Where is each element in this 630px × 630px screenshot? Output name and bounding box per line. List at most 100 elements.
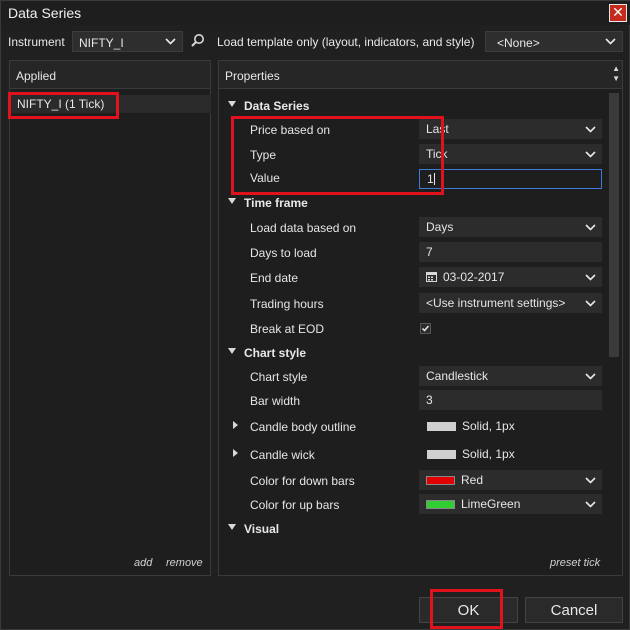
price-based-on-select[interactable]: Last — [419, 119, 602, 139]
row-value: <Use instrument settings> — [426, 296, 566, 310]
category-visual[interactable]: Visual — [220, 518, 607, 540]
load-data-based-on-select[interactable]: Days — [419, 217, 602, 237]
collapse-triangle-icon — [228, 198, 236, 204]
search-icon[interactable] — [190, 33, 206, 52]
highlight-ok-button — [430, 589, 503, 629]
highlight-data-series-fields — [231, 116, 444, 195]
template-select[interactable]: <None> — [485, 31, 623, 52]
instrument-value: NIFTY_I — [79, 36, 124, 50]
category-label: Visual — [244, 522, 280, 536]
row-label: Color for up bars — [250, 498, 340, 512]
color-up-bars-select[interactable]: LimeGreen — [419, 494, 602, 514]
row-value: Solid, 1px — [462, 447, 515, 461]
remove-link[interactable]: remove — [166, 557, 203, 569]
data-series-window: Data Series ✕ Instrument NIFTY_I Load te… — [0, 0, 630, 630]
row-value: LimeGreen — [461, 497, 521, 511]
row-label: Load data based on — [250, 221, 357, 235]
chevron-down-icon — [585, 270, 596, 284]
end-date-picker[interactable]: 03-02-2017 — [419, 267, 602, 287]
row-bar-width: Bar width 3 — [220, 388, 607, 413]
bar-width-input[interactable]: 3 — [419, 390, 602, 410]
row-color-down-bars: Color for down bars Red — [220, 468, 607, 493]
preset-link[interactable]: preset tick — [550, 557, 600, 569]
expand-triangle-icon[interactable] — [233, 449, 238, 457]
color-down-bars-select[interactable]: Red — [419, 470, 602, 490]
chevron-down-icon — [585, 147, 596, 161]
category-time-frame[interactable]: Time frame — [220, 192, 607, 214]
applied-header: Applied — [10, 61, 210, 89]
row-label: Chart style — [250, 370, 308, 384]
row-end-date: End date 03-02-2017 — [220, 265, 607, 290]
row-label: Break at EOD — [250, 322, 325, 336]
row-value: Candlestick — [426, 369, 489, 383]
break-at-eod-checkbox[interactable] — [420, 323, 431, 334]
chevron-down-icon — [585, 220, 596, 234]
value-input[interactable]: 1 — [419, 169, 602, 189]
row-value: 3 — [426, 393, 433, 407]
collapse-triangle-icon — [228, 101, 236, 107]
scroll-arrows[interactable]: ▲ ▼ — [612, 64, 620, 84]
add-link[interactable]: add — [134, 557, 152, 569]
scrollbar-thumb[interactable] — [609, 93, 619, 357]
row-break-at-eod: Break at EOD — [220, 316, 607, 341]
collapse-triangle-icon — [228, 348, 236, 354]
expand-triangle-icon[interactable] — [233, 421, 238, 429]
collapse-triangle-icon — [228, 524, 236, 530]
stroke-swatch — [427, 450, 456, 459]
row-label: Bar width — [250, 394, 301, 408]
stroke-swatch — [427, 422, 456, 431]
row-label: Days to load — [250, 246, 317, 260]
row-value: Days — [426, 220, 454, 234]
row-candle-body-outline[interactable]: Candle body outline Solid, 1px — [220, 414, 607, 439]
properties-header: Properties — [219, 61, 622, 89]
row-value: Red — [461, 473, 484, 487]
load-template-label: Load template only (layout, indicators, … — [217, 35, 475, 49]
calendar-icon — [426, 271, 437, 285]
candle-wick-value[interactable]: Solid, 1px — [419, 444, 602, 464]
instrument-label: Instrument — [8, 35, 65, 49]
cancel-button[interactable]: Cancel — [525, 597, 623, 623]
highlight-applied-item — [8, 92, 119, 119]
chevron-down-icon — [585, 369, 596, 383]
chevron-down-icon — [605, 34, 616, 48]
title-bar: Data Series ✕ — [1, 1, 630, 25]
category-label: Time frame — [244, 196, 308, 210]
row-load-data-based-on: Load data based on Days — [220, 215, 607, 240]
category-label: Chart style — [244, 346, 307, 360]
row-label: End date — [250, 271, 299, 285]
row-trading-hours: Trading hours <Use instrument settings> — [220, 291, 607, 316]
instrument-select[interactable]: NIFTY_I — [72, 31, 183, 52]
top-toolbar: Instrument NIFTY_I Load template only (l… — [1, 29, 630, 55]
chevron-down-icon — [585, 296, 596, 310]
color-swatch — [426, 500, 455, 509]
category-label: Data Series — [244, 99, 310, 113]
window-title: Data Series — [8, 5, 82, 21]
chevron-down-icon — [585, 473, 596, 487]
applied-panel: Applied NIFTY_I (1 Tick) add remove — [9, 60, 211, 576]
row-candle-wick[interactable]: Candle wick Solid, 1px — [220, 442, 607, 467]
color-swatch — [426, 476, 455, 485]
chevron-down-icon — [585, 122, 596, 136]
row-color-up-bars: Color for up bars LimeGreen — [220, 492, 607, 517]
row-value: 03-02-2017 — [443, 270, 505, 284]
chart-style-select[interactable]: Candlestick — [419, 366, 602, 386]
category-chart-style[interactable]: Chart style — [220, 342, 607, 364]
row-label: Color for down bars — [250, 474, 355, 488]
row-value: 7 — [426, 245, 433, 259]
row-days-to-load: Days to load 7 — [220, 240, 607, 265]
close-icon[interactable]: ✕ — [609, 4, 627, 22]
template-value: <None> — [497, 36, 540, 50]
type-select[interactable]: Tick — [419, 144, 602, 164]
row-label: Candle wick — [250, 448, 315, 462]
row-label: Candle body outline — [250, 420, 357, 434]
row-value: Solid, 1px — [462, 419, 515, 433]
chevron-down-icon — [585, 497, 596, 511]
chevron-down-icon — [165, 34, 176, 48]
trading-hours-select[interactable]: <Use instrument settings> — [419, 293, 602, 313]
row-label: Trading hours — [250, 297, 324, 311]
scrollbar-track[interactable] — [608, 91, 620, 571]
row-chart-style: Chart style Candlestick — [220, 364, 607, 389]
candle-body-outline-value[interactable]: Solid, 1px — [419, 416, 602, 436]
days-to-load-input[interactable]: 7 — [419, 242, 602, 262]
category-data-series[interactable]: Data Series — [220, 95, 607, 117]
